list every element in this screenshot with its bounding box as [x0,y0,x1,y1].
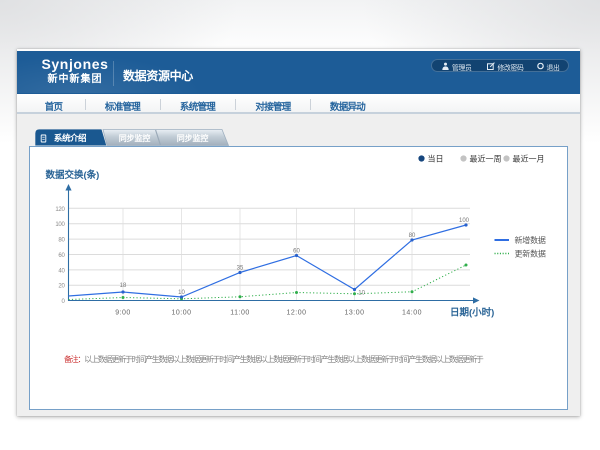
svg-text:120: 120 [55,206,65,212]
svg-text:80: 80 [58,237,65,243]
svg-text:18: 18 [120,283,127,289]
svg-text:日期(小时): 日期(小时) [450,306,494,318]
svg-text:0: 0 [61,299,65,305]
svg-text:35: 35 [237,265,244,271]
svg-text:60: 60 [293,248,300,254]
svg-text:10: 10 [178,290,185,296]
svg-text:80: 80 [409,233,416,239]
svg-text:同步监控: 同步监控 [177,133,209,143]
svg-text:10:00: 10:00 [171,309,191,316]
svg-text:12:00: 12:00 [286,309,306,316]
svg-text:最近一月: 最近一月 [513,153,545,163]
svg-text:60: 60 [58,253,65,259]
svg-text:数据交换(条): 数据交换(条) [45,169,100,181]
svg-text:13:00: 13:00 [344,309,364,316]
svg-text:40: 40 [58,268,65,274]
svg-text:最近一周: 最近一周 [470,153,502,163]
svg-text:100: 100 [55,222,65,228]
svg-text:系统介绍: 系统介绍 [54,133,87,143]
svg-text:100: 100 [459,218,470,224]
svg-text:当日: 当日 [428,153,444,163]
svg-text:11:00: 11:00 [230,309,250,316]
svg-text:更新数据: 更新数据 [515,248,546,258]
svg-text:9:00: 9:00 [115,309,131,316]
svg-text:新增数据: 新增数据 [515,235,546,245]
svg-text:10: 10 [358,290,365,296]
svg-text:20: 20 [58,283,65,289]
svg-text:14:00: 14:00 [402,309,422,316]
svg-text:同步监控: 同步监控 [119,133,151,143]
